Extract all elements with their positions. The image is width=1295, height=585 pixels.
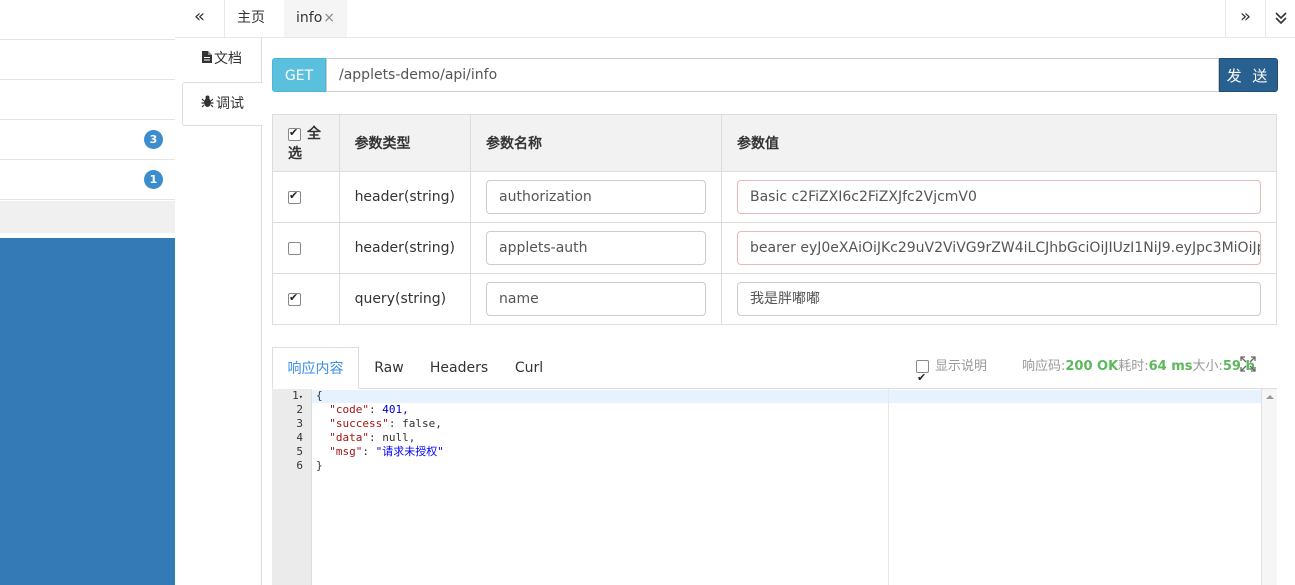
size-label: 大小:: [1192, 359, 1223, 374]
code-content: { "code": 401, "success": false, "data":…: [316, 389, 1261, 585]
param-value-cell: 我是胖嘟嘟: [721, 273, 1277, 325]
select-all-header: 全选: [272, 114, 340, 172]
param-value-input[interactable]: Basic c2FiZXI6c2FiZXJfc2VjcmV0: [737, 180, 1261, 214]
line-number: 6: [296, 459, 303, 472]
response-tabs: 响应内容 Raw Headers Curl 显示说明 响应码:200 OK耗时:…: [272, 347, 1277, 398]
tab-home[interactable]: 主页: [225, 0, 277, 37]
editor-scrollbar[interactable]: [1261, 389, 1277, 585]
chevron-down-icon: [1274, 12, 1287, 25]
show-desc-toggle[interactable]: 显示说明: [916, 347, 988, 398]
line-number: 4: [296, 431, 303, 444]
param-name-input[interactable]: name: [486, 282, 706, 316]
sidebar-panel: [0, 238, 175, 585]
show-desc-label: 显示说明: [935, 359, 988, 374]
line-gutter: 1▾ 2 3 4 5 6: [272, 389, 312, 585]
tab-doc[interactable]: 文档: [182, 38, 262, 82]
doc-debug-tabs: 文档 调试: [175, 38, 263, 585]
code-line: "code": 401,: [329, 403, 409, 416]
name-header: 参数名称: [470, 114, 722, 172]
param-name-cell: authorization: [470, 171, 722, 223]
tab-label: info: [296, 10, 323, 26]
param-value-cell: bearer eyJ0eXAiOiJKc29uV2ViVG9rZW4iLCJhb…: [721, 222, 1277, 274]
sidebar: 3 1: [0, 0, 175, 585]
param-type: query(string): [338, 273, 472, 325]
value-header: 参数值: [721, 114, 1277, 172]
tab-label: 主页: [237, 10, 265, 26]
table-row: query(string) name 我是胖嘟嘟: [272, 273, 1277, 325]
file-icon: [202, 38, 212, 80]
param-type: header(string): [338, 171, 472, 223]
request-bar: GET /applets-demo/api/info 发 送: [272, 58, 1278, 92]
tab-bar: « 主页 info× »: [175, 0, 1295, 38]
double-chevron-left-icon[interactable]: «: [175, 0, 225, 37]
tab-response-content[interactable]: 响应内容: [272, 347, 359, 389]
sidebar-item[interactable]: [0, 201, 175, 233]
status-label: 响应码:: [1022, 359, 1066, 374]
count-badge: 1: [144, 170, 163, 189]
sidebar-item[interactable]: [0, 0, 175, 40]
param-name-input[interactable]: applets-auth: [486, 231, 706, 265]
response-editor[interactable]: 1▾ 2 3 4 5 6 { "code": 401, "success": f…: [272, 389, 1277, 585]
count-badge: 3: [144, 130, 163, 149]
method-badge: GET: [272, 58, 326, 92]
select-all-checkbox[interactable]: [288, 126, 301, 141]
time-value: 64 ms: [1148, 359, 1193, 374]
tab-debug-label: 调试: [216, 96, 244, 112]
code-line: "success": false,: [329, 417, 442, 430]
time-label: 耗时:: [1118, 359, 1149, 374]
close-icon[interactable]: ×: [323, 10, 335, 26]
tab-headers[interactable]: Headers: [419, 347, 499, 389]
code-line: "msg": "请求未授权": [329, 445, 444, 458]
sidebar-item[interactable]: 3: [0, 120, 175, 160]
param-name-cell: applets-auth: [470, 222, 722, 274]
tab-info[interactable]: info×: [284, 0, 347, 37]
table-header-row: 全选 参数类型 参数名称 参数值: [272, 114, 1277, 172]
sidebar-item[interactable]: [0, 40, 175, 80]
tab-doc-label: 文档: [214, 51, 242, 67]
param-value-input[interactable]: bearer eyJ0eXAiOiJKc29uV2ViVG9rZW4iLCJhb…: [737, 231, 1261, 265]
line-number: 3: [296, 417, 303, 430]
line-number: 2: [296, 403, 303, 416]
print-margin: [888, 389, 889, 585]
code-line: }: [316, 459, 323, 472]
row-check-cell: [272, 222, 340, 274]
row-checkbox[interactable]: [288, 291, 301, 306]
url-input[interactable]: /applets-demo/api/info: [326, 58, 1219, 92]
line-number: 5: [296, 445, 303, 458]
sidebar-item[interactable]: 1: [0, 160, 175, 200]
table-row: header(string) applets-auth bearer eyJ0e…: [272, 222, 1277, 274]
bug-icon: [201, 83, 214, 125]
status-value: 200 OK: [1065, 359, 1119, 374]
param-name-input[interactable]: authorization: [486, 180, 706, 214]
tab-curl[interactable]: Curl: [499, 347, 559, 389]
row-checkbox[interactable]: [288, 189, 301, 204]
double-chevron-down-icon[interactable]: [1265, 0, 1295, 37]
send-button[interactable]: 发 送: [1219, 58, 1278, 92]
type-header: 参数类型: [338, 114, 472, 172]
response-meta: 响应码:200 OK耗时:64 ms大小:59 b: [1022, 347, 1255, 389]
row-check-cell: [272, 171, 340, 223]
param-type: header(string): [338, 222, 472, 274]
param-value-cell: Basic c2FiZXI6c2FiZXJfc2VjcmV0: [721, 171, 1277, 223]
scroll-up-icon: [1266, 395, 1274, 399]
line-number: 1▾: [292, 389, 303, 402]
code-line: {: [316, 389, 323, 402]
fullscreen-icon[interactable]: [1240, 349, 1256, 391]
row-checkbox[interactable]: [288, 241, 301, 255]
fold-arrow-icon: ▾: [298, 393, 303, 401]
code-line: "data": null,: [329, 431, 416, 444]
param-name-cell: name: [470, 273, 722, 325]
param-value-input[interactable]: 我是胖嘟嘟: [737, 282, 1261, 316]
double-chevron-right-icon[interactable]: »: [1225, 0, 1265, 37]
tab-raw[interactable]: Raw: [359, 347, 419, 389]
row-check-cell: [272, 273, 340, 325]
sidebar-item[interactable]: [0, 80, 175, 120]
show-desc-checkbox[interactable]: [916, 358, 929, 398]
table-row: header(string) authorization Basic c2FiZ…: [272, 171, 1277, 223]
tab-debug[interactable]: 调试: [182, 82, 263, 126]
params-table: 全选 参数类型 参数名称 参数值 header(string) authoriz…: [272, 114, 1277, 325]
app-root: 3 1 « 主页 info× » 文档 调试 GET /applets-demo…: [0, 0, 1295, 585]
